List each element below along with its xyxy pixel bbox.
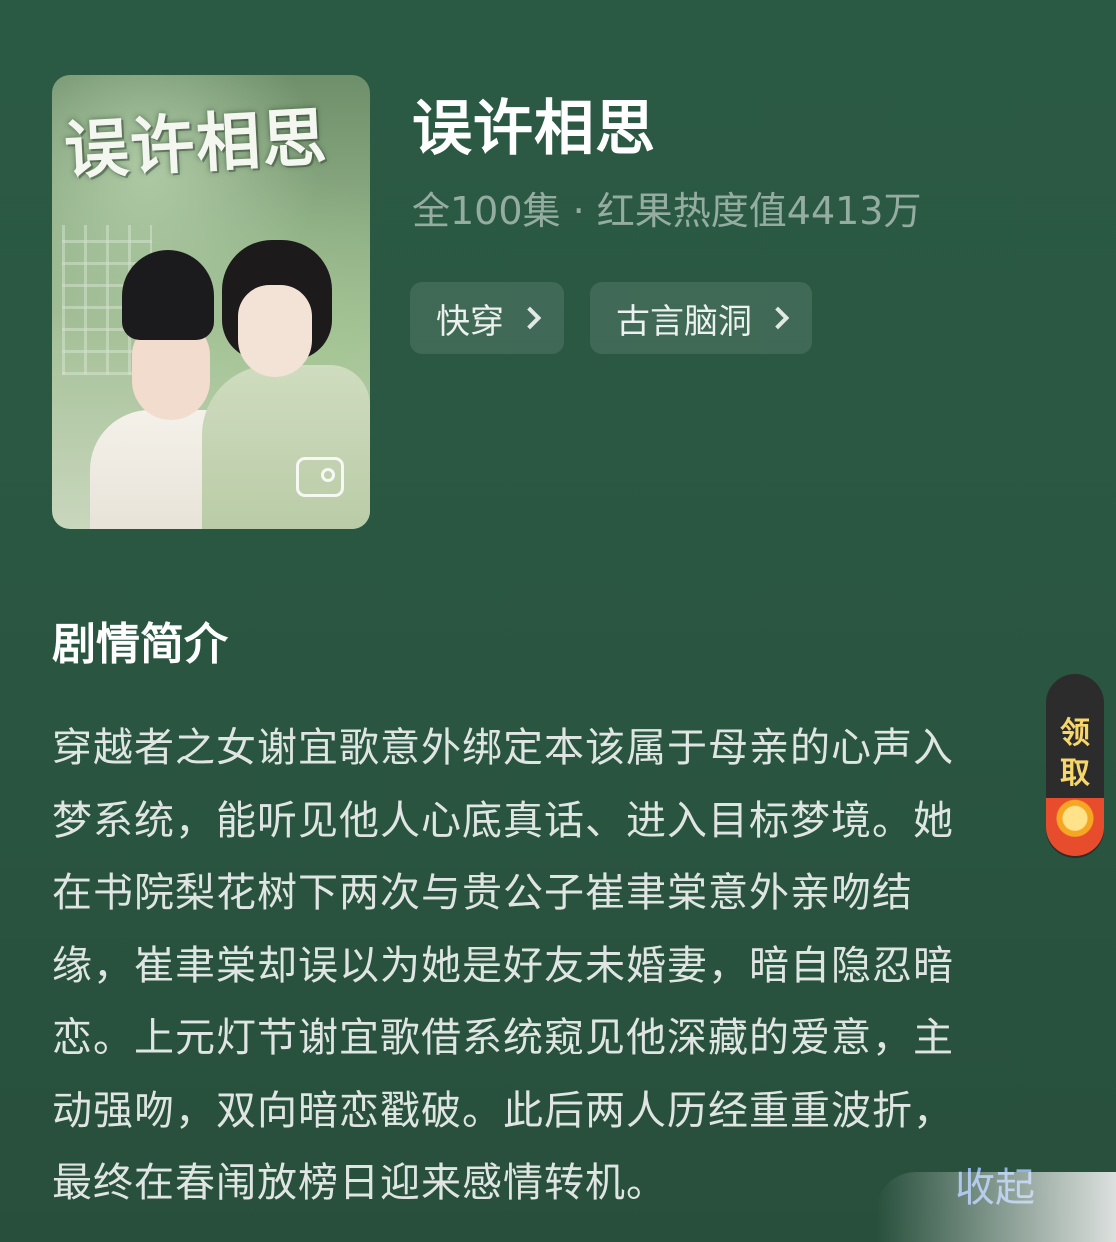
synopsis-line: 动强吻，双向暗恋戳破。此后两人历经重重波折， [52,1087,954,1134]
synopsis-line: 梦系统，能听见他人心底真话、进入目标梦境。她 [52,797,954,844]
gallery-icon[interactable] [296,457,344,497]
tag-list: 快穿 古言脑洞 [410,282,812,354]
synopsis-line: 在书院梨花树下两次与贵公子崔聿棠意外亲吻结 [52,870,913,916]
bottom-overlay [876,1172,1116,1242]
cover-female-figure [202,240,370,529]
tag-guyan-naodong[interactable]: 古言脑洞 [590,282,812,354]
chevron-right-icon [766,306,790,330]
reward-label: 领取 [1060,716,1090,791]
drama-cover[interactable]: 误许相思 [52,75,370,529]
tag-label: 古言脑洞 [616,301,752,342]
synopsis-line: 恋。上元灯节谢宜歌借系统窥见他深藏的爱意，主 [52,1015,954,1061]
chevron-right-icon [518,306,542,330]
synopsis-line: 穿越者之女谢宜歌意外绑定本该属于母亲的心声入 [52,725,954,771]
drama-meta: 全100集 · 红果热度值4413万 [412,189,922,233]
red-envelope-coin-icon[interactable] [1046,798,1104,856]
synopsis-text: 穿越者之女谢宜歌意外绑定本该属于母亲的心声入 梦系统，能听见他人心底真话、进入目… [52,712,1052,1220]
tag-label: 快穿 [436,301,504,342]
tag-kuaichuan[interactable]: 快穿 [410,282,564,354]
drama-title: 误许相思 [412,94,656,164]
synopsis-heading: 剧情简介 [52,619,228,670]
cover-title-art: 误许相思 [62,100,331,189]
synopsis-line: 缘，崔聿棠却误以为她是好友未婚妻，暗自隐忍暗 [52,942,954,989]
